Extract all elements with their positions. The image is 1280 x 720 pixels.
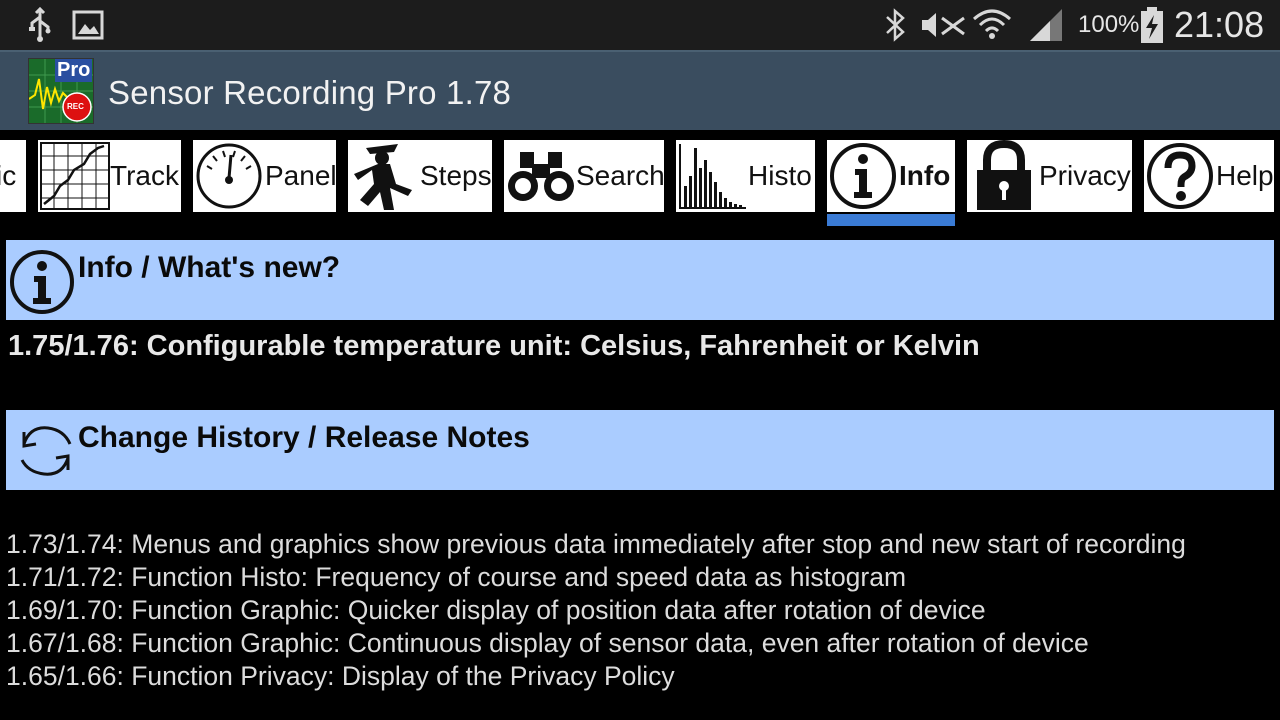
tab-graphic[interactable]: ic (0, 140, 26, 212)
app-title: Sensor Recording Pro 1.78 (108, 74, 512, 111)
tab-active-indicator (827, 214, 955, 226)
list-item: 1.69/1.70: Function Graphic: Quicker dis… (6, 595, 986, 625)
info-icon (829, 142, 897, 212)
tab-search-label: Search (576, 160, 664, 191)
tab-info[interactable]: Info (827, 140, 955, 212)
info-section-title: Info / What's new? (78, 251, 341, 284)
bluetooth-icon (882, 0, 908, 50)
tab-graphic-label: ic (0, 160, 17, 191)
tab-track[interactable]: Track (38, 140, 181, 212)
list-item: 1.67/1.68: Function Graphic: Continuous … (6, 628, 1089, 658)
tab-steps-label: Steps (420, 160, 492, 191)
list-item: 1.73/1.74: Menus and graphics show previ… (6, 529, 1186, 559)
usb-icon (26, 0, 54, 50)
image-icon (72, 0, 104, 50)
track-map-icon (40, 142, 110, 212)
tab-info-label: Info (899, 160, 951, 191)
info-icon (8, 250, 76, 319)
history-section-title: Change History / Release Notes (78, 421, 530, 454)
tab-help[interactable]: Help (1144, 140, 1274, 212)
list-item: 1.71/1.72: Function Histo: Frequency of … (6, 562, 907, 592)
tab-privacy-label: Privacy (1039, 160, 1131, 191)
signal-icon (1028, 0, 1064, 50)
app-logo[interactable]: Pro REC (28, 58, 94, 124)
tab-privacy[interactable]: Privacy (967, 140, 1132, 212)
history-section-header: Change History / Release Notes (6, 410, 1274, 490)
tab-help-label: Help (1216, 160, 1274, 191)
list-item: 1.65/1.66: Function Privacy: Display of … (6, 661, 675, 691)
tab-bar: ic Track Panel Steps Search Histo (0, 130, 1280, 230)
battery-percent: 100% (1078, 11, 1140, 38)
clock: 21:08 (1174, 4, 1265, 45)
tab-search[interactable]: Search (504, 140, 664, 212)
wifi-icon (972, 0, 1012, 50)
tab-panel-label: Panel (265, 160, 336, 191)
latest-news: 1.75/1.76: Configurable temperature unit… (8, 330, 980, 362)
status-bar: 100% 21:08 (0, 0, 1280, 50)
question-icon (1146, 142, 1214, 212)
tab-steps[interactable]: Steps (348, 140, 492, 212)
histogram-icon (678, 142, 748, 212)
info-section-header: Info / What's new? (6, 240, 1274, 320)
app-logo-rec-badge: REC (67, 102, 84, 111)
app-logo-pro-text: Pro (55, 59, 93, 82)
binoculars-icon (506, 148, 576, 211)
padlock-icon (973, 140, 1035, 212)
battery-charging-icon (1140, 0, 1164, 50)
tab-track-label: Track (110, 160, 179, 191)
walking-man-icon (350, 140, 420, 212)
gauge-icon (195, 142, 263, 212)
refresh-icon (12, 420, 78, 487)
tab-histo-label: Histo (748, 160, 812, 191)
mute-icon (918, 0, 968, 50)
action-bar: Pro REC Sensor Recording Pro 1.78 (0, 50, 1280, 130)
tab-panel[interactable]: Panel (193, 140, 336, 212)
release-notes-list: 1.73/1.74: Menus and graphics show previ… (6, 528, 1266, 693)
tab-histo[interactable]: Histo (676, 140, 815, 212)
